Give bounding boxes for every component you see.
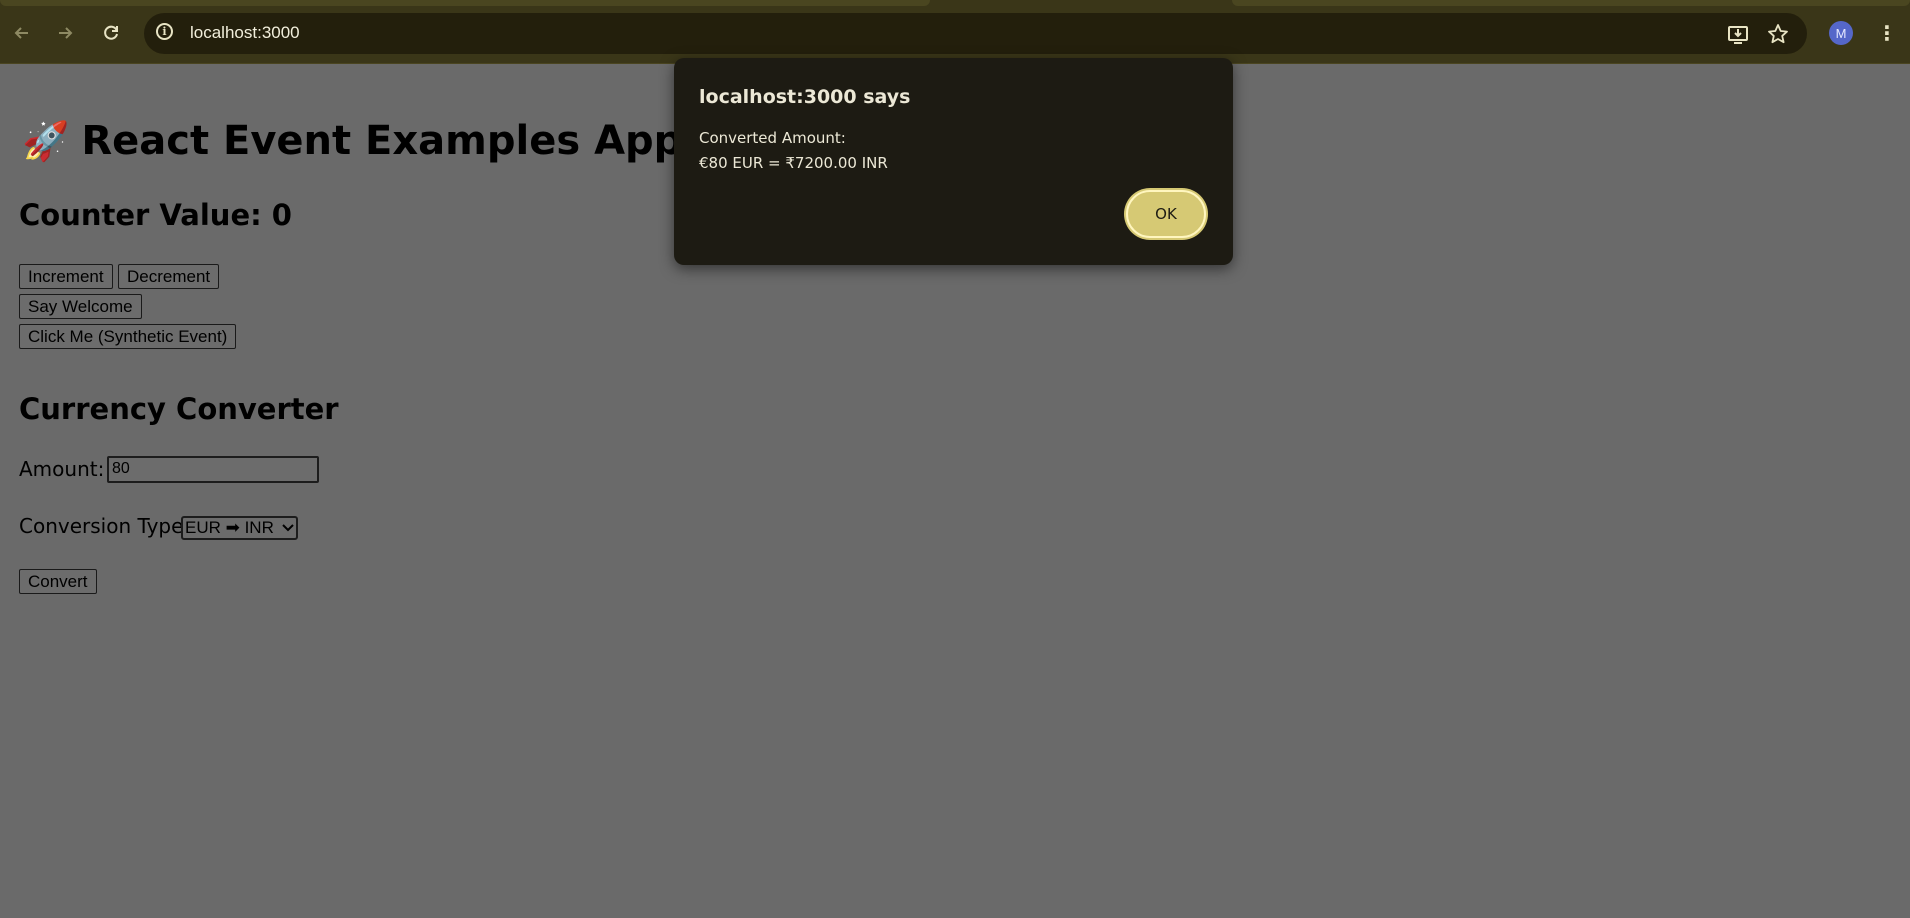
amount-input[interactable]: 80 — [107, 456, 319, 483]
decrement-button[interactable]: Decrement — [118, 264, 220, 289]
kebab-menu-icon[interactable]: ⋮ — [1875, 20, 1899, 46]
star-icon[interactable] — [1766, 22, 1790, 46]
info-icon[interactable]: i — [156, 23, 173, 40]
app-title: 🚀 React Event Examples App — [22, 118, 682, 164]
dialog-message: Converted Amount: €80 EUR = ₹7200.00 INR — [699, 126, 888, 176]
convert-button[interactable]: Convert — [19, 569, 97, 594]
install-app-icon[interactable] — [1726, 22, 1750, 46]
currency-converter-heading: Currency Converter — [19, 392, 339, 426]
address-bar[interactable]: i localhost:3000 — [144, 13, 1807, 54]
dialog-message-line-2: €80 EUR = ₹7200.00 INR — [699, 154, 888, 172]
forward-button[interactable] — [50, 18, 80, 48]
arrow-right-icon — [59, 27, 73, 39]
arrow-left-icon — [14, 27, 28, 39]
reload-button[interactable] — [96, 18, 126, 48]
url-text[interactable]: localhost:3000 — [190, 23, 300, 43]
dialog-title: localhost:3000 says — [699, 86, 911, 108]
dialog-message-line-1: Converted Amount: — [699, 129, 846, 147]
conversion-type-select[interactable]: EUR ➡ INR — [181, 516, 298, 540]
counter-heading: Counter Value: 0 — [19, 198, 292, 232]
conversion-type-value: EUR ➡ INR — [185, 518, 274, 537]
tab-strip-edge-right — [1232, 0, 1910, 6]
app-title-text: React Event Examples App — [81, 118, 683, 164]
chevron-down-icon — [282, 524, 294, 532]
increment-button[interactable]: Increment — [19, 264, 113, 289]
reload-icon — [104, 25, 118, 40]
rocket-icon: 🚀 — [22, 119, 70, 163]
back-button[interactable] — [7, 18, 37, 48]
browser-toolbar: i localhost:3000 M ⋮ — [0, 0, 1910, 64]
amount-label: Amount: — [19, 457, 105, 481]
synthetic-event-button[interactable]: Click Me (Synthetic Event) — [19, 324, 237, 349]
tab-strip-edge — [0, 0, 930, 6]
ok-button[interactable]: OK — [1126, 190, 1206, 238]
alert-dialog: localhost:3000 says Converted Amount: €8… — [674, 58, 1233, 265]
conversion-type-label: Conversion Type: — [19, 514, 191, 538]
say-welcome-button[interactable]: Say Welcome — [19, 294, 142, 319]
profile-avatar[interactable]: M — [1829, 21, 1853, 45]
